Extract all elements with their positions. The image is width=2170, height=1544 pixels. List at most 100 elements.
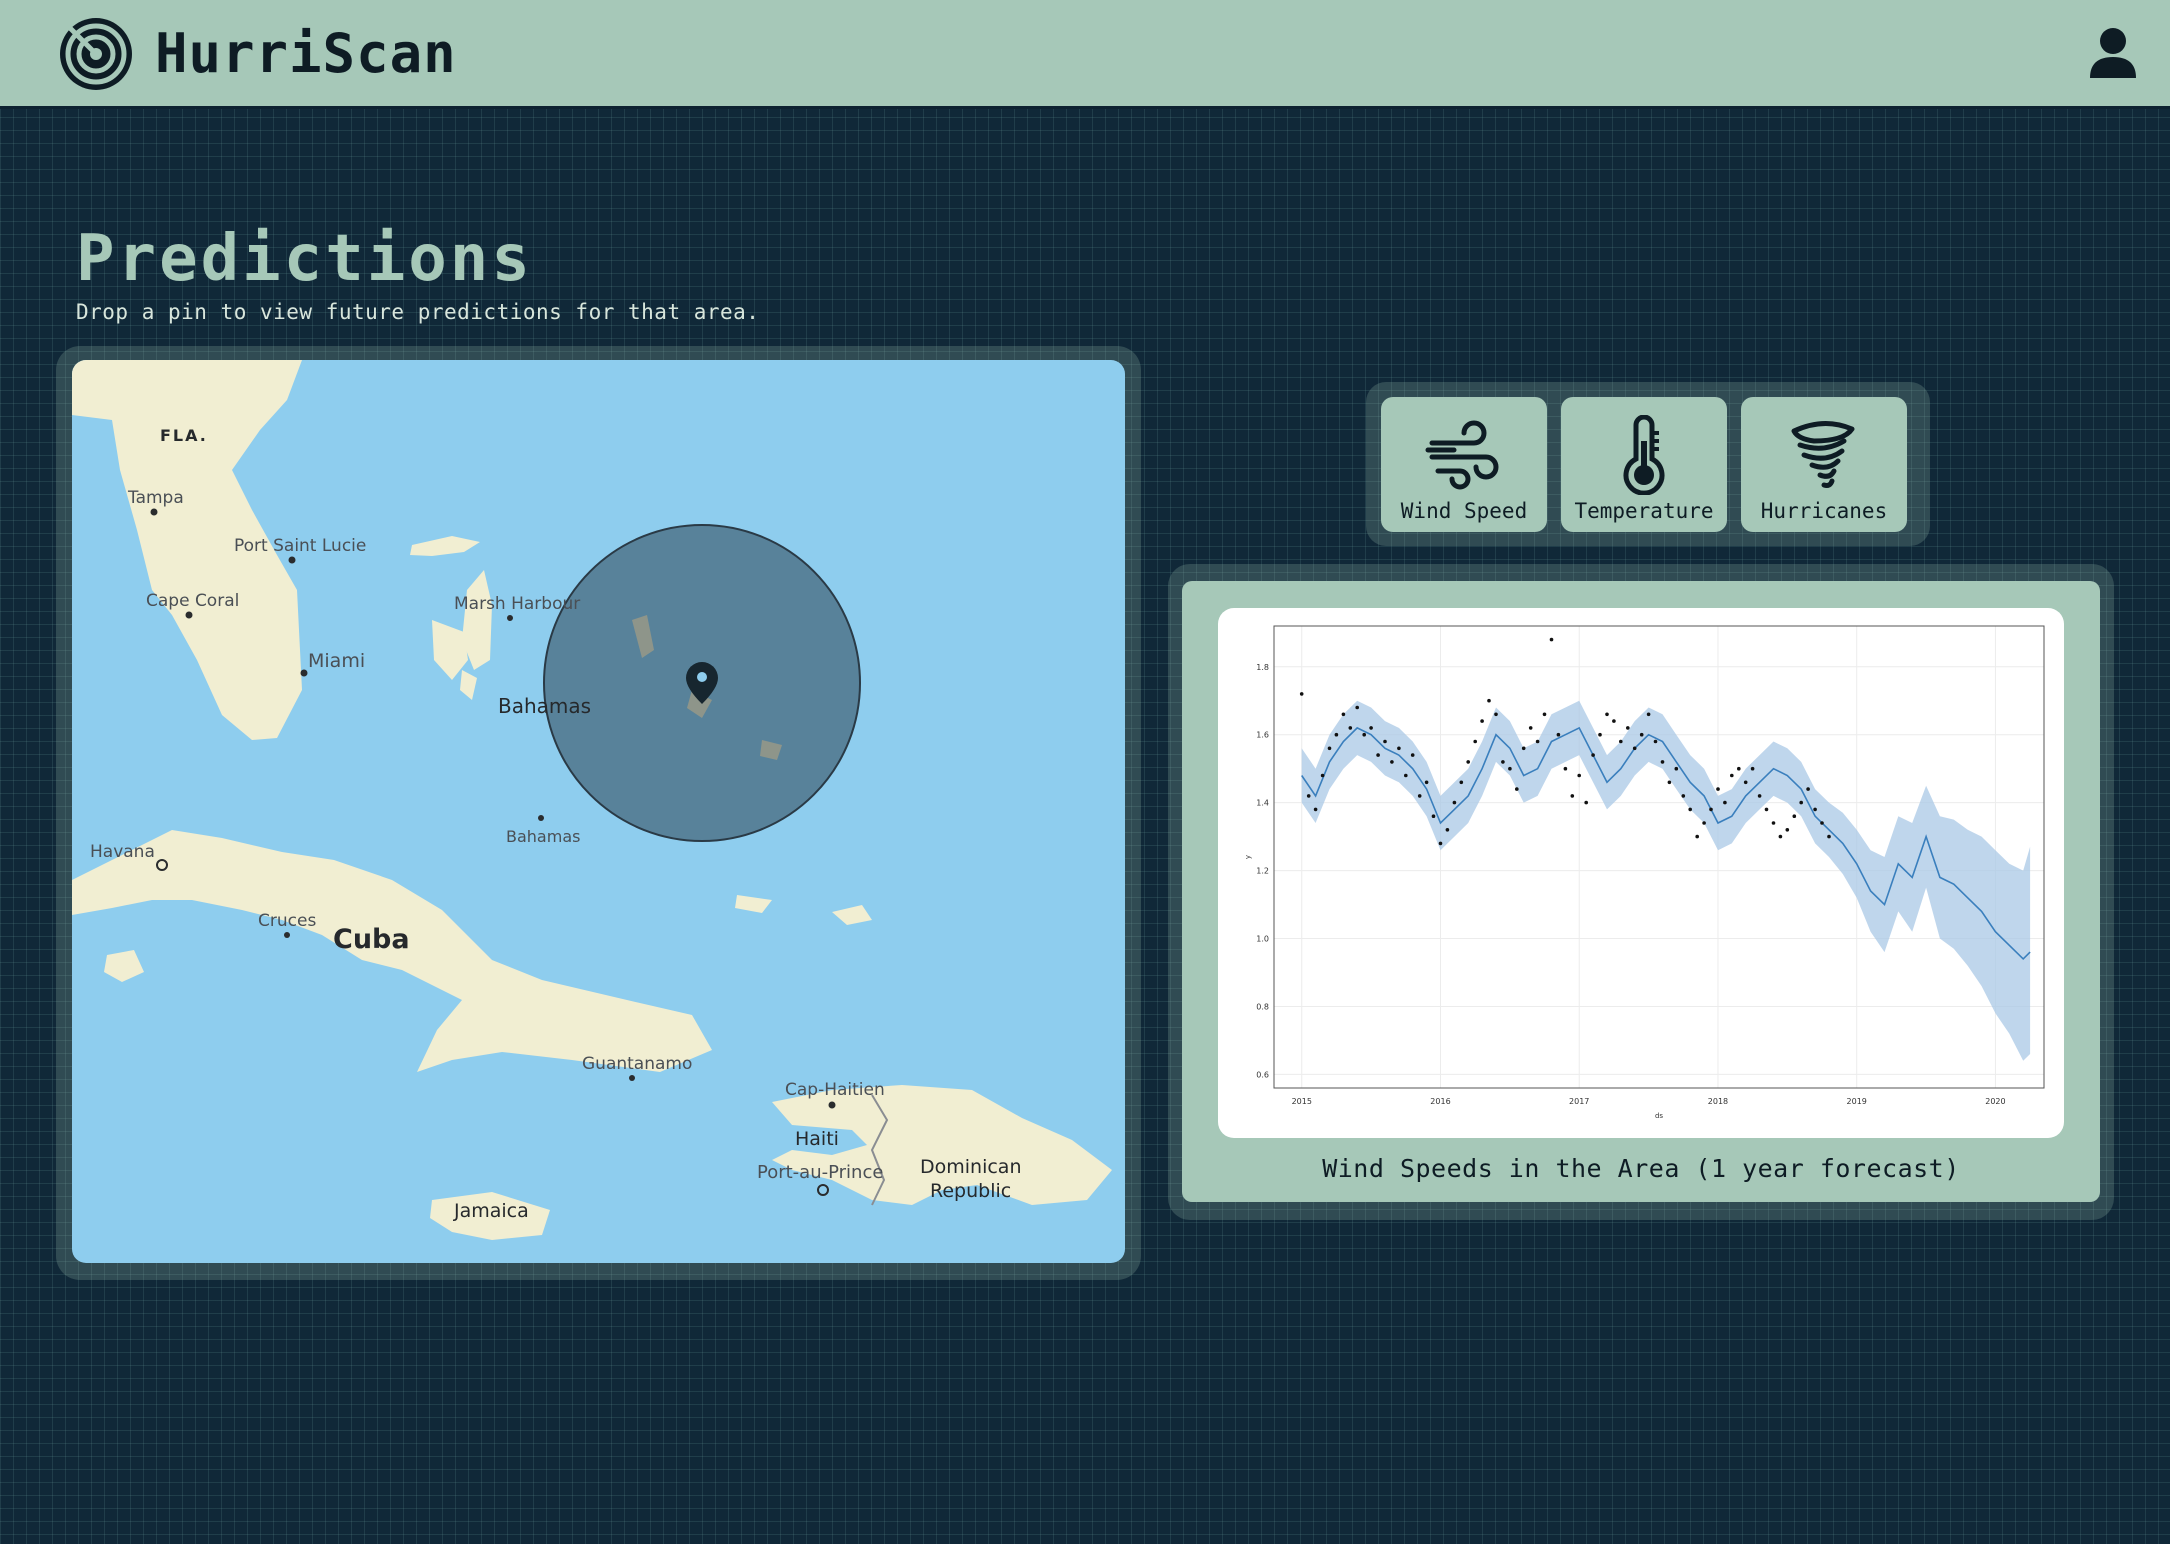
y-tick-label: 1.2: [1256, 867, 1269, 876]
observed-point: [1827, 834, 1831, 839]
map-label-tampa: Tampa: [128, 488, 184, 508]
metric-label: Temperature: [1574, 499, 1714, 523]
y-tick-label: 1.6: [1256, 731, 1269, 740]
bahamas-island: [735, 895, 772, 913]
map-label-port-saint-lucie: Port Saint Lucie: [234, 536, 367, 556]
map[interactable]: FLA. Tampa Port Saint Lucie Cape Coral M…: [72, 360, 1125, 1263]
observed-point: [1716, 787, 1720, 791]
observed-point: [1709, 807, 1713, 812]
observed-point: [1584, 800, 1588, 805]
observed-point: [1619, 739, 1623, 744]
page-title: Predictions: [76, 222, 533, 296]
observed-point: [1334, 732, 1339, 737]
observed-point: [1327, 746, 1332, 751]
map-label-cruces: Cruces: [258, 911, 317, 931]
observed-point: [1445, 828, 1450, 832]
observed-point: [1646, 712, 1651, 717]
observed-point: [1730, 773, 1734, 778]
observed-point: [1549, 637, 1554, 642]
radar-logo-icon[interactable]: [58, 16, 134, 92]
x-tick-label: 2017: [1569, 1097, 1589, 1106]
observed-point: [1785, 828, 1790, 832]
observed-point: [1501, 760, 1505, 764]
observed-point: [1660, 760, 1665, 764]
observed-point: [1459, 780, 1464, 785]
observed-point: [1397, 746, 1401, 751]
wind-speed-button[interactable]: Wind Speed: [1381, 397, 1547, 532]
isla-de-la-juventud: [104, 950, 144, 982]
observed-point: [1369, 726, 1373, 730]
observed-point: [1348, 726, 1353, 730]
observed-point: [1806, 787, 1810, 791]
x-tick-label: 2015: [1292, 1097, 1312, 1106]
observed-point: [1431, 814, 1436, 818]
observed-point: [1695, 834, 1699, 839]
observed-point: [1737, 766, 1741, 771]
observed-point: [1702, 821, 1706, 825]
bahamas-island: [460, 670, 477, 700]
observed-point: [1508, 766, 1512, 771]
observed-point: [1820, 821, 1824, 825]
observed-point: [1556, 732, 1561, 737]
wind-icon: [1425, 420, 1499, 490]
map-label-marsh-harbour: Marsh Harbour: [454, 594, 581, 614]
observed-point: [1404, 773, 1408, 778]
observed-point: [1376, 753, 1380, 757]
map-label-bahamas-small: Bahamas: [506, 827, 581, 846]
observed-point: [1320, 773, 1325, 778]
x-tick-label: 2019: [1847, 1097, 1867, 1106]
metric-label: Wind Speed: [1400, 499, 1528, 523]
observed-point: [1480, 719, 1484, 723]
user-profile-icon[interactable]: [2088, 26, 2138, 80]
observed-point: [1466, 760, 1470, 764]
map-label-republic: Republic: [930, 1180, 1012, 1202]
observed-point: [1417, 794, 1422, 798]
observed-point: [1605, 712, 1609, 717]
app-title: HurriScan: [155, 22, 457, 85]
bahamas-island: [832, 905, 872, 925]
y-tick-label: 0.8: [1256, 1002, 1269, 1011]
observed-point: [1570, 794, 1575, 798]
observed-point: [1424, 780, 1429, 785]
map-label-havana: Havana: [90, 842, 155, 862]
observed-point: [1591, 753, 1595, 757]
y-tick-label: 1.4: [1256, 799, 1269, 808]
observed-point: [1632, 746, 1637, 751]
observed-point: [1674, 766, 1679, 771]
metric-label: Hurricanes: [1760, 499, 1888, 523]
x-axis-label: ds: [1655, 1112, 1663, 1120]
observed-point: [1535, 739, 1540, 744]
map-label-cap-haitien: Cap-Haitien: [785, 1080, 885, 1100]
hurricanes-button[interactable]: Hurricanes: [1741, 397, 1907, 532]
observed-point: [1390, 760, 1394, 764]
observed-point: [1542, 712, 1547, 717]
chart-caption: Wind Speeds in the Area (1 year forecast…: [1322, 1154, 1960, 1183]
y-tick-label: 1.8: [1256, 663, 1269, 672]
map-label-fla: FLA.: [160, 426, 208, 445]
map-label-haiti: Haiti: [795, 1128, 839, 1150]
x-tick-label: 2018: [1708, 1097, 1728, 1106]
observed-point: [1653, 739, 1658, 744]
observed-point: [1355, 705, 1359, 710]
page-subtitle: Drop a pin to view future predictions fo…: [76, 300, 760, 324]
observed-point: [1577, 773, 1581, 778]
observed-point: [1681, 794, 1686, 798]
hurricane-icon: [1791, 421, 1855, 488]
observed-point: [1626, 726, 1630, 730]
y-tick-label: 1.0: [1256, 935, 1269, 944]
observed-point: [1341, 712, 1346, 717]
x-tick-label: 2016: [1430, 1097, 1450, 1106]
bahamas-island: [410, 536, 480, 556]
observed-point: [1750, 766, 1755, 771]
x-tick-label: 2020: [1985, 1097, 2005, 1106]
map-canvas: [72, 360, 1112, 1240]
observed-point: [1299, 692, 1304, 696]
map-label-cape-coral: Cape Coral: [146, 591, 240, 611]
map-label-cuba: Cuba: [333, 924, 410, 955]
observed-point: [1362, 732, 1366, 737]
observed-point: [1452, 800, 1457, 805]
forecast-chart: 2015 2016 2017 2018 2019 2020 0.6 0.8 1.0 1.2 1.4 1…: [1244, 625, 2045, 1120]
map-label-bahamas: Bahamas: [498, 694, 592, 718]
temperature-button[interactable]: Temperature: [1561, 397, 1727, 532]
observed-point: [1313, 807, 1318, 812]
